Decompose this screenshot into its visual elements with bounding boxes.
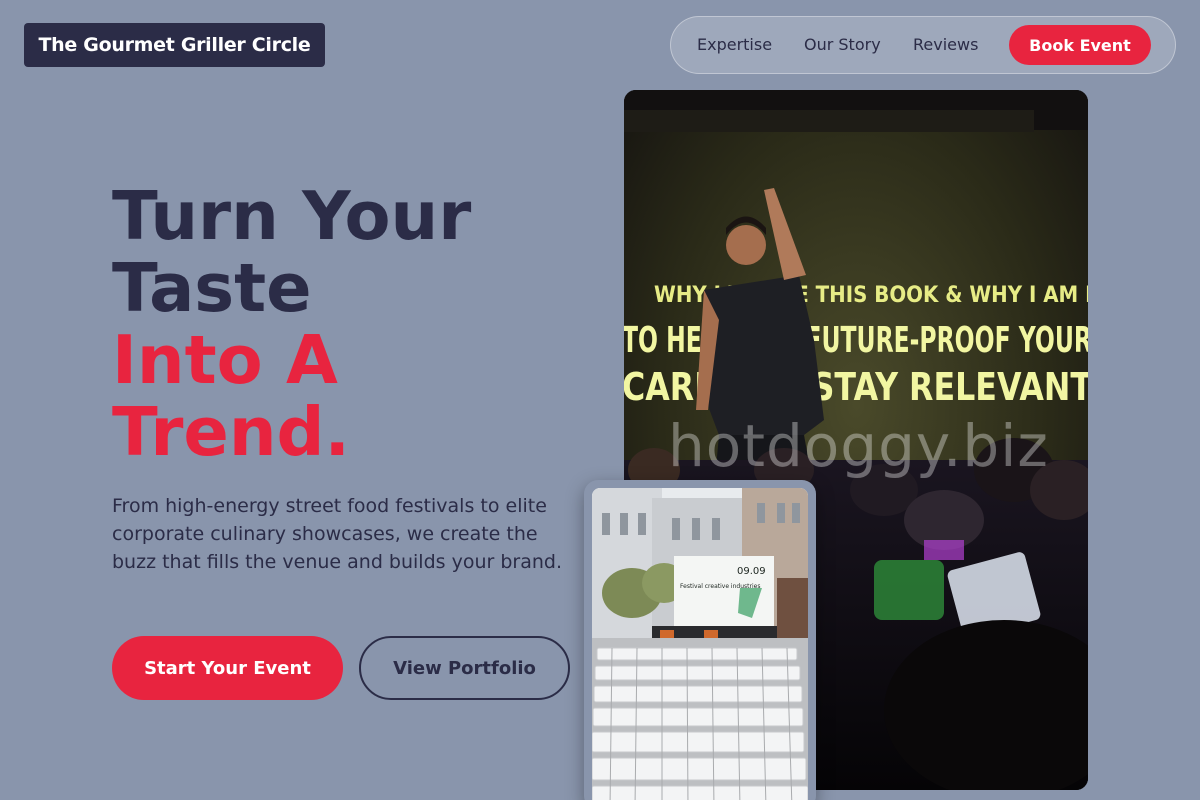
hero-subtext: From high-energy street food festivals t… xyxy=(112,495,563,573)
top-nav: Expertise Our Story Reviews Book Event xyxy=(670,16,1176,74)
brand-logo[interactable]: The Gourmet Griller Circle xyxy=(24,23,325,67)
screen-line-2: TO HELP YOU FUTURE-PROOF YOUR xyxy=(624,320,1088,361)
headline-line-1: Turn Your xyxy=(112,177,472,255)
board-date: 09.09 xyxy=(737,566,766,577)
chair-rows xyxy=(592,647,808,800)
nav-link-expertise[interactable]: Expertise xyxy=(697,35,772,54)
start-your-event-button[interactable]: Start Your Event xyxy=(112,636,343,700)
venue-chairs-image: 09.09 Festival creative industries xyxy=(592,488,808,800)
book-event-button[interactable]: Book Event xyxy=(1009,25,1151,65)
nav-link-our-story[interactable]: Our Story xyxy=(804,35,881,54)
nav-link-reviews[interactable]: Reviews xyxy=(913,35,978,54)
headline-accent-line-1: Into A xyxy=(112,321,338,399)
watermark-text: hotdoggy.biz xyxy=(668,412,1049,480)
view-portfolio-button[interactable]: View Portfolio xyxy=(359,636,570,700)
headline-line-2: Taste xyxy=(112,249,312,327)
headline-accent-line-2: Trend. xyxy=(112,393,350,471)
secondary-photo: 09.09 Festival creative industries xyxy=(592,488,808,800)
hero-headline: Turn Your Taste Into A Trend. xyxy=(112,180,471,468)
screen-line-3: CAREER & STAY RELEVANT xyxy=(624,365,1088,409)
